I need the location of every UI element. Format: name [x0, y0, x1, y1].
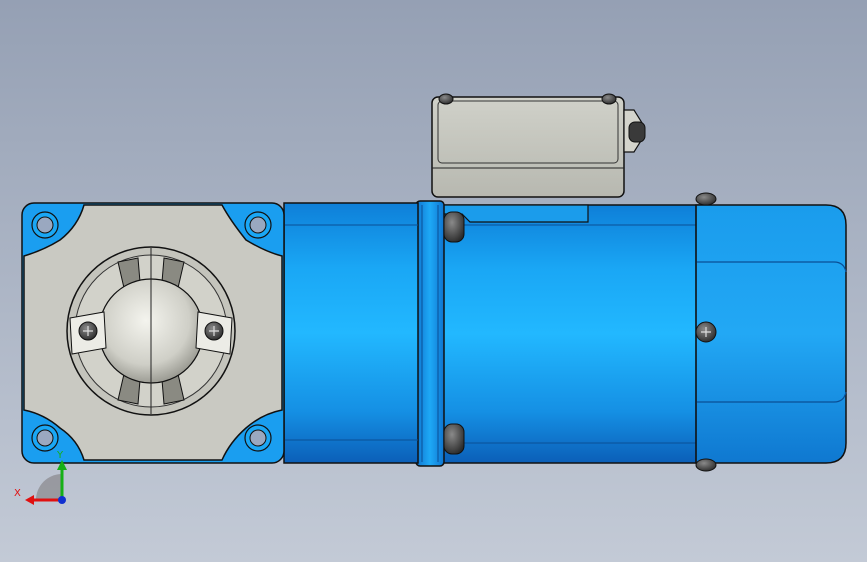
output-shaft-hub[interactable] — [66, 246, 236, 416]
x-axis-label: X — [14, 488, 21, 499]
y-axis-label: Y — [56, 450, 64, 461]
flange-bolt-bottom — [443, 423, 465, 455]
flange-bolt-top — [443, 211, 465, 243]
motor-body[interactable] — [439, 204, 703, 464]
motor-end-cap[interactable] — [695, 192, 847, 472]
z-axis-dot — [58, 496, 66, 504]
mount-hole-bottom-left — [31, 424, 59, 452]
box-screw-left — [438, 93, 454, 105]
x-axis-head — [25, 495, 34, 505]
box-screw-right — [601, 93, 617, 105]
motor-model[interactable]: X Y — [0, 0, 867, 562]
mount-hole-top-right — [244, 211, 272, 239]
gearhead-face[interactable] — [21, 202, 285, 464]
gearhead-body[interactable] — [283, 202, 419, 464]
mount-hole-bottom-right — [244, 424, 272, 452]
terminal-box[interactable] — [431, 93, 646, 198]
mount-hole-top-left — [31, 211, 59, 239]
cad-viewport[interactable]: X Y — [0, 0, 867, 562]
